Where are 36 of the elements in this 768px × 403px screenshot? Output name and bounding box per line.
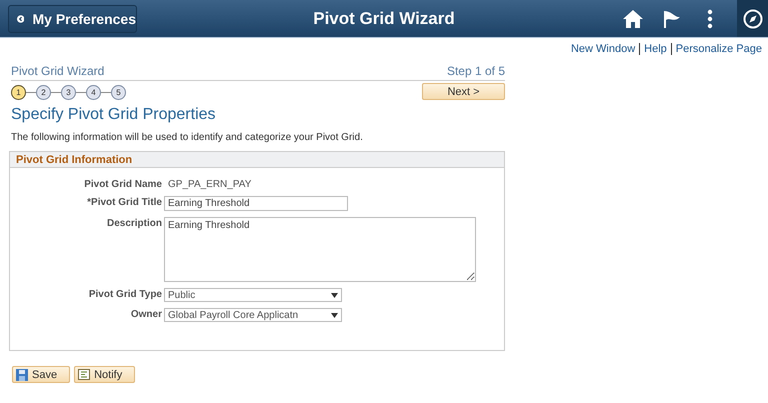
description-field[interactable]: Earning Threshold	[164, 217, 476, 282]
wizard-step[interactable]: 5	[111, 85, 126, 100]
header-link[interactable]: Help	[644, 43, 667, 55]
more-options-icon[interactable]	[707, 9, 713, 29]
page-title: Pivot Grid Wizard	[312, 8, 456, 30]
step-indicator: Step 1 of 5	[446, 64, 505, 78]
field-label: Description	[106, 217, 163, 229]
dropdown-field[interactable]: Public	[164, 288, 342, 302]
notify-button[interactable]: Notify	[74, 366, 136, 383]
header-link[interactable]: Personalize Page	[676, 43, 762, 55]
wizard-step[interactable]: 1	[11, 85, 26, 100]
chevron-left-icon	[17, 12, 24, 24]
next-button[interactable]: Next >	[422, 83, 505, 100]
field-label: Pivot Grid Type	[88, 288, 163, 300]
back-button[interactable]: My Preferences	[8, 4, 137, 32]
dropdown-arrow-icon	[331, 312, 338, 318]
note-icon	[78, 369, 90, 380]
compass-icon[interactable]	[742, 8, 762, 28]
wizard-step[interactable]: 3	[61, 85, 76, 100]
field-label: Owner	[130, 308, 163, 320]
flag-icon[interactable]	[662, 9, 682, 29]
wizard-step[interactable]: 4	[86, 85, 101, 100]
dropdown-field[interactable]: Global Payroll Core Applicatn	[164, 308, 342, 322]
save-button[interactable]: Save	[12, 366, 70, 383]
field-label: *Pivot Grid Title	[86, 196, 163, 208]
field-label: Pivot Grid Name	[83, 178, 163, 190]
page-heading: Specify Pivot Grid Properties	[11, 106, 217, 124]
intro-text: The following information will be used to identify and categorize your Pivot Grid.	[11, 132, 364, 143]
wizard-title: Pivot Grid Wizard	[11, 64, 104, 78]
header-link[interactable]: New Window	[570, 43, 636, 55]
field-value: GP_PA_ERN_PAY	[167, 178, 252, 190]
home-icon[interactable]	[622, 9, 644, 29]
wizard-step[interactable]: 2	[36, 85, 51, 100]
dropdown-arrow-icon	[331, 292, 338, 298]
title-field[interactable]: Earning Threshold	[164, 196, 348, 211]
group-title: Pivot Grid Information	[10, 152, 504, 168]
